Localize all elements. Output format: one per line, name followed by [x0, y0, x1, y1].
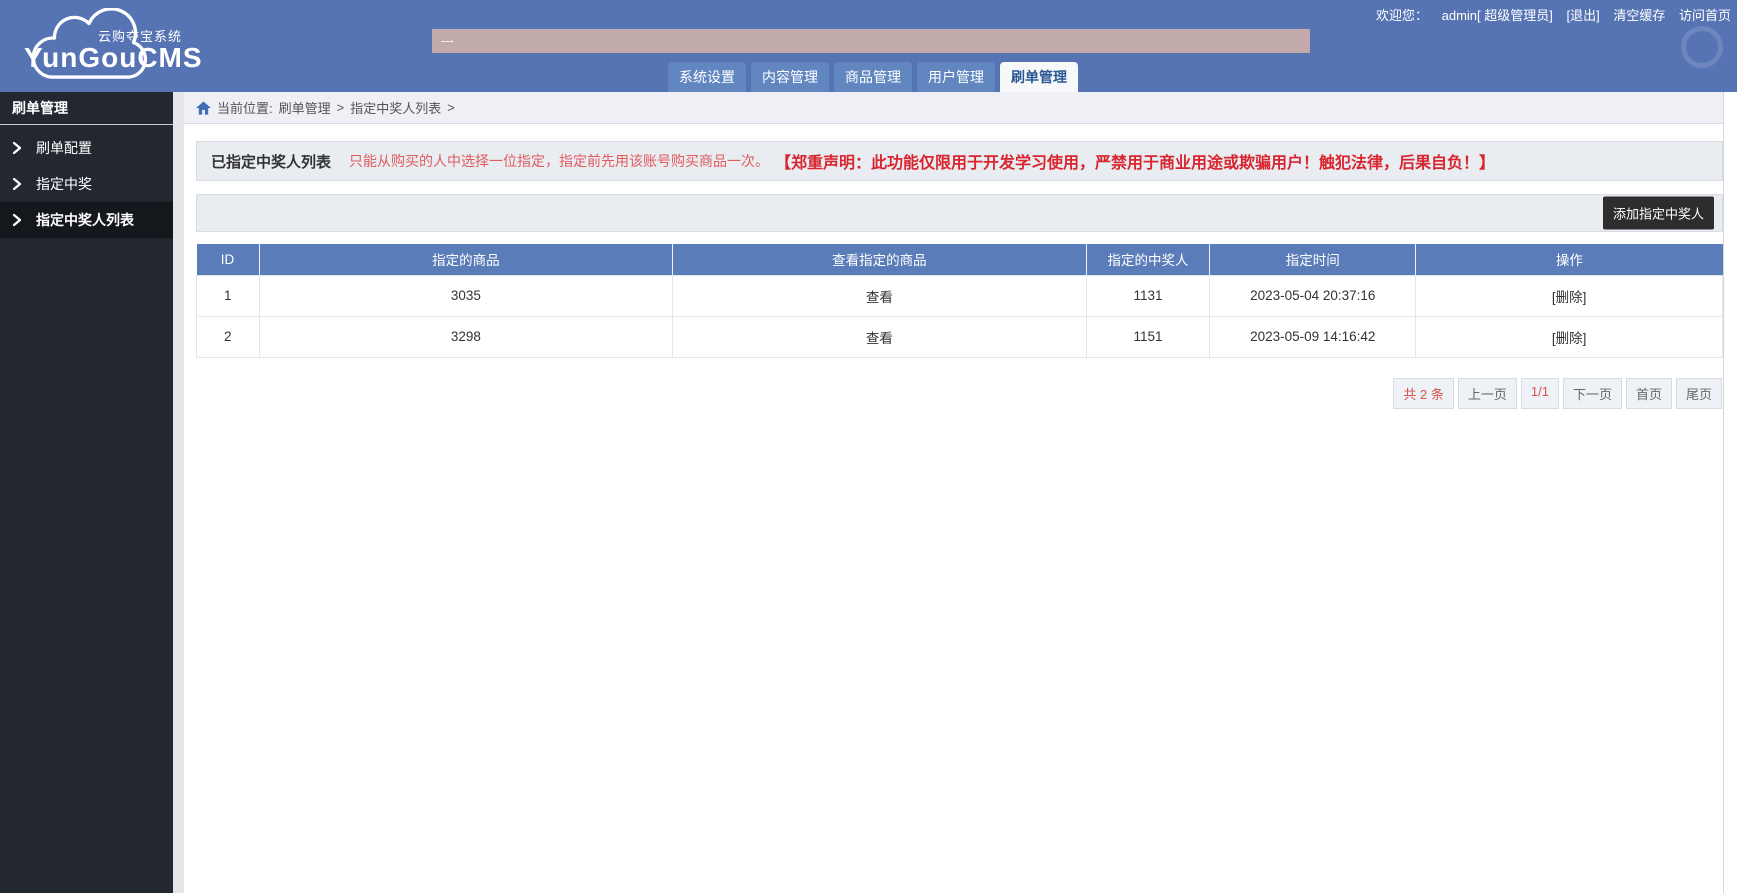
- tab-用户管理[interactable]: 用户管理: [917, 62, 995, 92]
- table-cell: 3035: [259, 275, 673, 316]
- logo-title: YunGouCMS: [24, 42, 203, 74]
- notice-bar: 已指定中奖人列表 只能从购买的人中选择一位指定，指定前先用该账号购买商品一次。 …: [196, 141, 1723, 181]
- visit-home-link[interactable]: 访问首页: [1679, 8, 1731, 23]
- clear-cache-link[interactable]: 清空缓存: [1613, 8, 1665, 23]
- table-cell: 查看: [673, 275, 1087, 316]
- breadcrumb: 当前位置: 刷单管理 > 指定中奖人列表 >: [184, 92, 1723, 124]
- chevron-right-icon: [13, 214, 21, 226]
- table-cell: 3298: [259, 316, 673, 357]
- logout-link[interactable]: [退出]: [1566, 8, 1599, 23]
- breadcrumb-link-winnerlist[interactable]: 指定中奖人列表: [350, 98, 441, 117]
- sidebar-item-label: 指定中奖: [36, 174, 92, 194]
- tab-商品管理[interactable]: 商品管理: [834, 62, 912, 92]
- header: 云购夺宝系统 YunGouCMS 欢迎您： admin[ 超级管理员] [退出]…: [0, 0, 1737, 92]
- sidebar-item-刷单配置[interactable]: 刷单配置: [0, 130, 173, 166]
- table-cell: 1131: [1086, 275, 1210, 316]
- delete-link[interactable]: [删除]: [1552, 331, 1587, 346]
- add-winner-button[interactable]: 添加指定中奖人: [1603, 197, 1714, 230]
- column-header: 指定的中奖人: [1086, 244, 1210, 275]
- table-cell: 查看: [673, 316, 1087, 357]
- content-area: 已指定中奖人列表 只能从购买的人中选择一位指定，指定前先用该账号购买商品一次。 …: [184, 124, 1723, 409]
- home-icon: [196, 101, 211, 115]
- table-cell: 2: [197, 316, 260, 357]
- ring-decoration-icon: [1681, 26, 1723, 68]
- tab-系统设置[interactable]: 系统设置: [668, 62, 746, 92]
- breadcrumb-link-brushorder[interactable]: 刷单管理: [279, 98, 331, 117]
- topbar: 欢迎您： admin[ 超级管理员] [退出] 清空缓存 访问首页: [1366, 5, 1731, 24]
- column-header: 查看指定的商品: [673, 244, 1087, 275]
- first-page-button[interactable]: 首页: [1626, 378, 1672, 409]
- chevron-right-icon: [13, 142, 21, 154]
- tab-内容管理[interactable]: 内容管理: [751, 62, 829, 92]
- table-header-row: ID指定的商品查看指定的商品指定的中奖人指定时间操作: [197, 244, 1723, 275]
- column-header: ID: [197, 244, 260, 275]
- breadcrumb-prefix: 当前位置:: [217, 98, 273, 117]
- table-row: 23298 查看 11512023-05-09 14:16:42 [删除]: [197, 316, 1723, 357]
- table-cell: 1: [197, 275, 260, 316]
- pagination: 共 2 条 上一页 1/1 下一页 首页 尾页: [196, 378, 1723, 409]
- prev-page-button[interactable]: 上一页: [1458, 378, 1517, 409]
- notice-warning: 【郑重声明：此功能仅限用于开发学习使用，严禁用于商业用途或欺骗用户！触犯法律，后…: [775, 149, 1495, 173]
- table-row: 13035 查看 11312023-05-04 20:37:16 [删除]: [197, 275, 1723, 316]
- table-cell: 2023-05-04 20:37:16: [1210, 275, 1416, 316]
- last-page-button[interactable]: 尾页: [1676, 378, 1722, 409]
- column-header: 指定时间: [1210, 244, 1416, 275]
- main-panel: 当前位置: 刷单管理 > 指定中奖人列表 > 已指定中奖人列表 只能从购买的人中…: [184, 92, 1724, 893]
- sidebar-item-指定中奖[interactable]: 指定中奖: [0, 166, 173, 202]
- column-header: 指定的商品: [259, 244, 673, 275]
- sidebar-splitter[interactable]: [173, 92, 184, 893]
- sidebar-item-label: 刷单配置: [36, 138, 92, 158]
- total-count: 共 2 条: [1393, 378, 1453, 409]
- delete-link[interactable]: [删除]: [1552, 290, 1587, 305]
- sidebar-title: 刷单管理: [0, 92, 173, 125]
- view-link[interactable]: 查看: [866, 331, 893, 346]
- toolbar: 添加指定中奖人: [196, 194, 1723, 232]
- tab-刷单管理[interactable]: 刷单管理: [1000, 62, 1078, 92]
- next-page-button[interactable]: 下一页: [1563, 378, 1622, 409]
- sidebar-item-指定中奖人列表[interactable]: 指定中奖人列表: [0, 202, 173, 238]
- sidebar: 刷单管理 刷单配置指定中奖指定中奖人列表: [0, 92, 173, 893]
- view-link[interactable]: 查看: [866, 290, 893, 305]
- table-cell: [删除]: [1416, 275, 1723, 316]
- user-link[interactable]: admin[ 超级管理员]: [1442, 8, 1553, 23]
- page-indicator: 1/1: [1521, 378, 1559, 409]
- nav-tabs: 系统设置内容管理商品管理用户管理刷单管理: [668, 62, 1078, 92]
- sidebar-menu: 刷单配置指定中奖指定中奖人列表: [0, 125, 173, 238]
- logo: 云购夺宝系统 YunGouCMS: [10, 2, 210, 90]
- welcome-label: 欢迎您：: [1376, 8, 1428, 23]
- table-cell: [删除]: [1416, 316, 1723, 357]
- column-header: 操作: [1416, 244, 1723, 275]
- chevron-right-icon: [13, 178, 21, 190]
- header-search-bar[interactable]: ---: [432, 29, 1310, 53]
- notice-hint: 只能从购买的人中选择一位指定，指定前先用该账号购买商品一次。: [349, 151, 769, 171]
- sidebar-item-label: 指定中奖人列表: [36, 210, 134, 230]
- table-cell: 1151: [1086, 316, 1210, 357]
- table-body: 13035 查看 11312023-05-04 20:37:16 [删除] 23298 查…: [197, 275, 1723, 357]
- table-cell: 2023-05-09 14:16:42: [1210, 316, 1416, 357]
- page-title: 已指定中奖人列表: [211, 151, 331, 172]
- breadcrumb-separator: >: [337, 100, 345, 115]
- breadcrumb-separator: >: [447, 100, 455, 115]
- winner-table: ID指定的商品查看指定的商品指定的中奖人指定时间操作 13035 查看 113120…: [196, 244, 1723, 358]
